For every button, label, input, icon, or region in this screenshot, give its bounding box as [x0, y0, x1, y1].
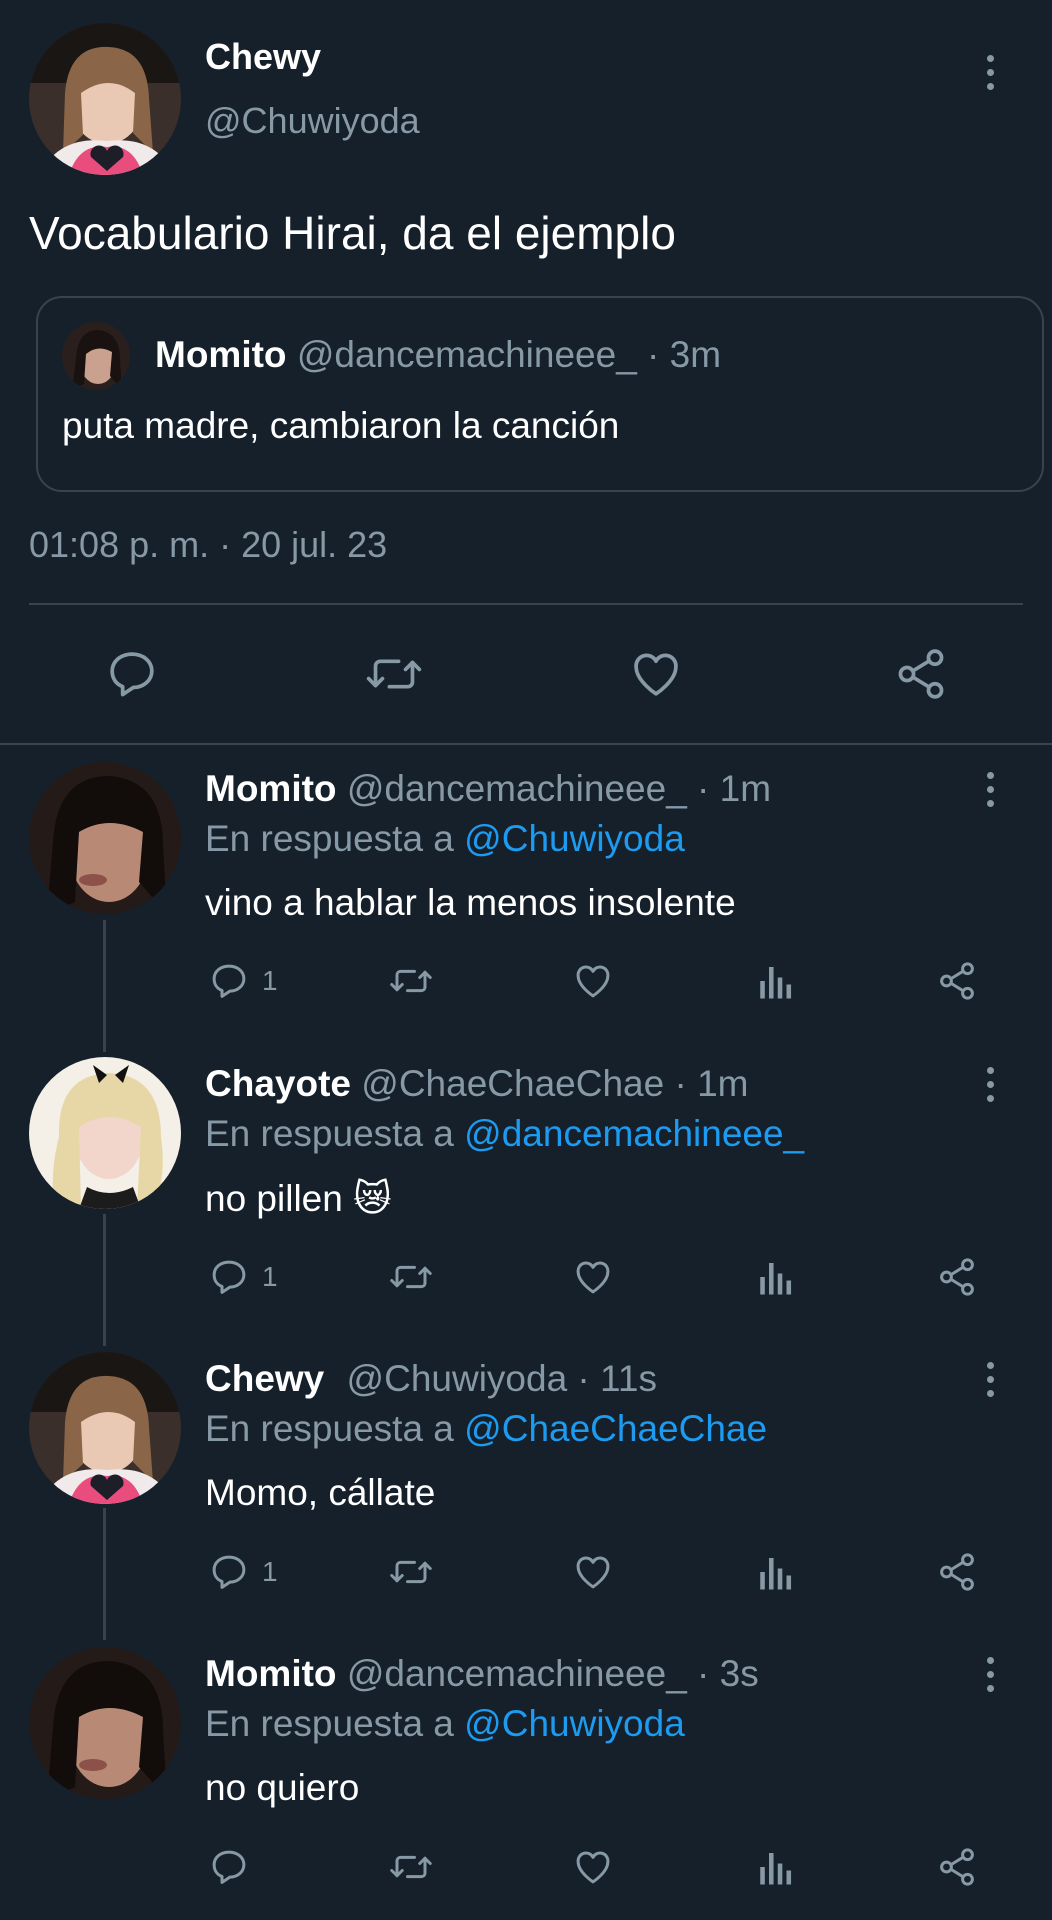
avatar-chewy[interactable] — [29, 1352, 181, 1504]
reply-text: no pillen — [205, 1178, 343, 1219]
retweet-icon — [390, 1265, 432, 1289]
views-button[interactable] — [756, 1256, 796, 1298]
avatar-momito[interactable] — [29, 762, 181, 914]
tweet-timestamp[interactable]: 01:08 p. m. · 20 jul. 23 — [29, 524, 387, 566]
reply-to-link[interactable]: @ChaeChaeChae — [464, 1408, 767, 1449]
reply-icon — [212, 1555, 246, 1589]
reply-button[interactable]: 1 — [208, 1551, 278, 1593]
share-button[interactable] — [936, 960, 978, 1002]
more-options-icon[interactable] — [984, 1362, 996, 1397]
views-icon — [760, 967, 792, 999]
quote-handle-time[interactable]: @dancemachineee_ · 3m — [297, 334, 721, 375]
retweet-icon — [390, 1855, 432, 1879]
like-icon — [576, 965, 610, 998]
retweet-button[interactable] — [388, 1256, 434, 1298]
share-icon — [940, 1258, 974, 1296]
views-button[interactable] — [756, 960, 796, 1002]
reply-handle-time[interactable]: @dancemachineee_ · 1m — [347, 768, 771, 809]
views-icon — [760, 1263, 792, 1295]
reply-author-name[interactable]: Chayote — [205, 1063, 351, 1104]
retweet-button[interactable] — [388, 1846, 434, 1888]
views-icon — [760, 1558, 792, 1590]
retweet-icon — [390, 1560, 432, 1584]
author-name[interactable]: Chewy — [205, 36, 321, 78]
reply-prefix: En respuesta a — [205, 1408, 454, 1449]
views-button[interactable] — [756, 1551, 796, 1593]
retweet-icon — [366, 659, 422, 689]
reply-author-name[interactable]: Momito — [205, 768, 337, 809]
share-icon — [898, 649, 944, 699]
reply-icon — [212, 964, 246, 998]
reply-button[interactable]: 1 — [208, 960, 278, 1002]
share-icon — [940, 1848, 974, 1886]
reply-handle-time[interactable]: @ChaeChaeChae · 1m — [361, 1063, 748, 1104]
main-share-button[interactable] — [893, 646, 949, 702]
retweet-button[interactable] — [388, 1551, 434, 1593]
like-button[interactable] — [571, 960, 615, 1002]
more-options-icon[interactable] — [984, 1067, 996, 1102]
reply-count: 1 — [262, 965, 278, 996]
share-icon — [940, 1553, 974, 1591]
reply-button[interactable]: 1 — [208, 1256, 278, 1298]
reply-prefix: En respuesta a — [205, 1113, 454, 1154]
like-button[interactable] — [571, 1846, 615, 1888]
main-retweet-button[interactable] — [364, 646, 424, 702]
avatar-momito[interactable] — [29, 1647, 181, 1799]
avatar-chewy[interactable] — [29, 23, 181, 175]
like-icon — [634, 653, 678, 696]
reply-text: vino a hablar la menos insolente — [205, 882, 736, 923]
reply-to-link[interactable]: @Chuwiyoda — [464, 818, 685, 859]
reply-icon — [110, 652, 154, 697]
reply-count: 1 — [262, 1261, 278, 1292]
reply-handle-time[interactable]: @dancemachineee_ · 3s — [347, 1653, 759, 1694]
divider — [29, 603, 1023, 605]
quote-avatar — [62, 322, 130, 390]
share-icon — [940, 962, 974, 1000]
retweet-button[interactable] — [388, 960, 434, 1002]
reply-to-link[interactable]: @dancemachineee_ — [464, 1113, 804, 1154]
views-icon — [760, 1853, 792, 1885]
like-icon — [576, 1556, 610, 1589]
like-icon — [576, 1851, 610, 1884]
reply-count: 1 — [262, 1556, 278, 1587]
reply-prefix: En respuesta a — [205, 818, 454, 859]
reply-handle-time[interactable]: @Chuwiyoda · 11s — [347, 1358, 657, 1399]
reply-author-name[interactable]: Momito — [205, 1653, 337, 1694]
more-options-icon[interactable] — [984, 55, 996, 90]
quote-tweet-card[interactable] — [36, 296, 1044, 492]
share-button[interactable] — [936, 1551, 978, 1593]
avatar-chayote[interactable] — [29, 1057, 181, 1209]
main-like-button[interactable] — [627, 646, 685, 702]
more-options-icon[interactable] — [984, 1657, 996, 1692]
section-divider — [0, 743, 1052, 745]
reply-icon — [212, 1850, 246, 1884]
thread-line — [103, 1508, 106, 1640]
thread-line — [103, 1214, 106, 1346]
reply-text: no quiero — [205, 1767, 360, 1808]
retweet-icon — [390, 969, 432, 993]
like-button[interactable] — [571, 1551, 615, 1593]
thread-line — [103, 920, 106, 1052]
tweet-text: Vocabulario Hirai, da el ejemplo — [29, 207, 676, 259]
author-handle[interactable]: @Chuwiyoda — [205, 100, 420, 142]
reply-text: Momo, cállate — [205, 1472, 436, 1513]
reply-icon — [212, 1260, 246, 1294]
quote-text: puta madre, cambiaron la canción — [62, 405, 620, 446]
quote-author-name[interactable]: Momito — [155, 334, 287, 375]
like-icon — [576, 1261, 610, 1294]
main-reply-button[interactable] — [104, 646, 160, 702]
reply-author-name[interactable]: Chewy — [205, 1358, 324, 1399]
crying-cat-emoji: 😿 — [353, 1178, 392, 1219]
reply-prefix: En respuesta a — [205, 1703, 454, 1744]
views-button[interactable] — [756, 1846, 796, 1888]
share-button[interactable] — [936, 1846, 978, 1888]
more-options-icon[interactable] — [984, 772, 996, 807]
share-button[interactable] — [936, 1256, 978, 1298]
like-button[interactable] — [571, 1256, 615, 1298]
reply-to-link[interactable]: @Chuwiyoda — [464, 1703, 685, 1744]
reply-button[interactable] — [208, 1846, 262, 1888]
